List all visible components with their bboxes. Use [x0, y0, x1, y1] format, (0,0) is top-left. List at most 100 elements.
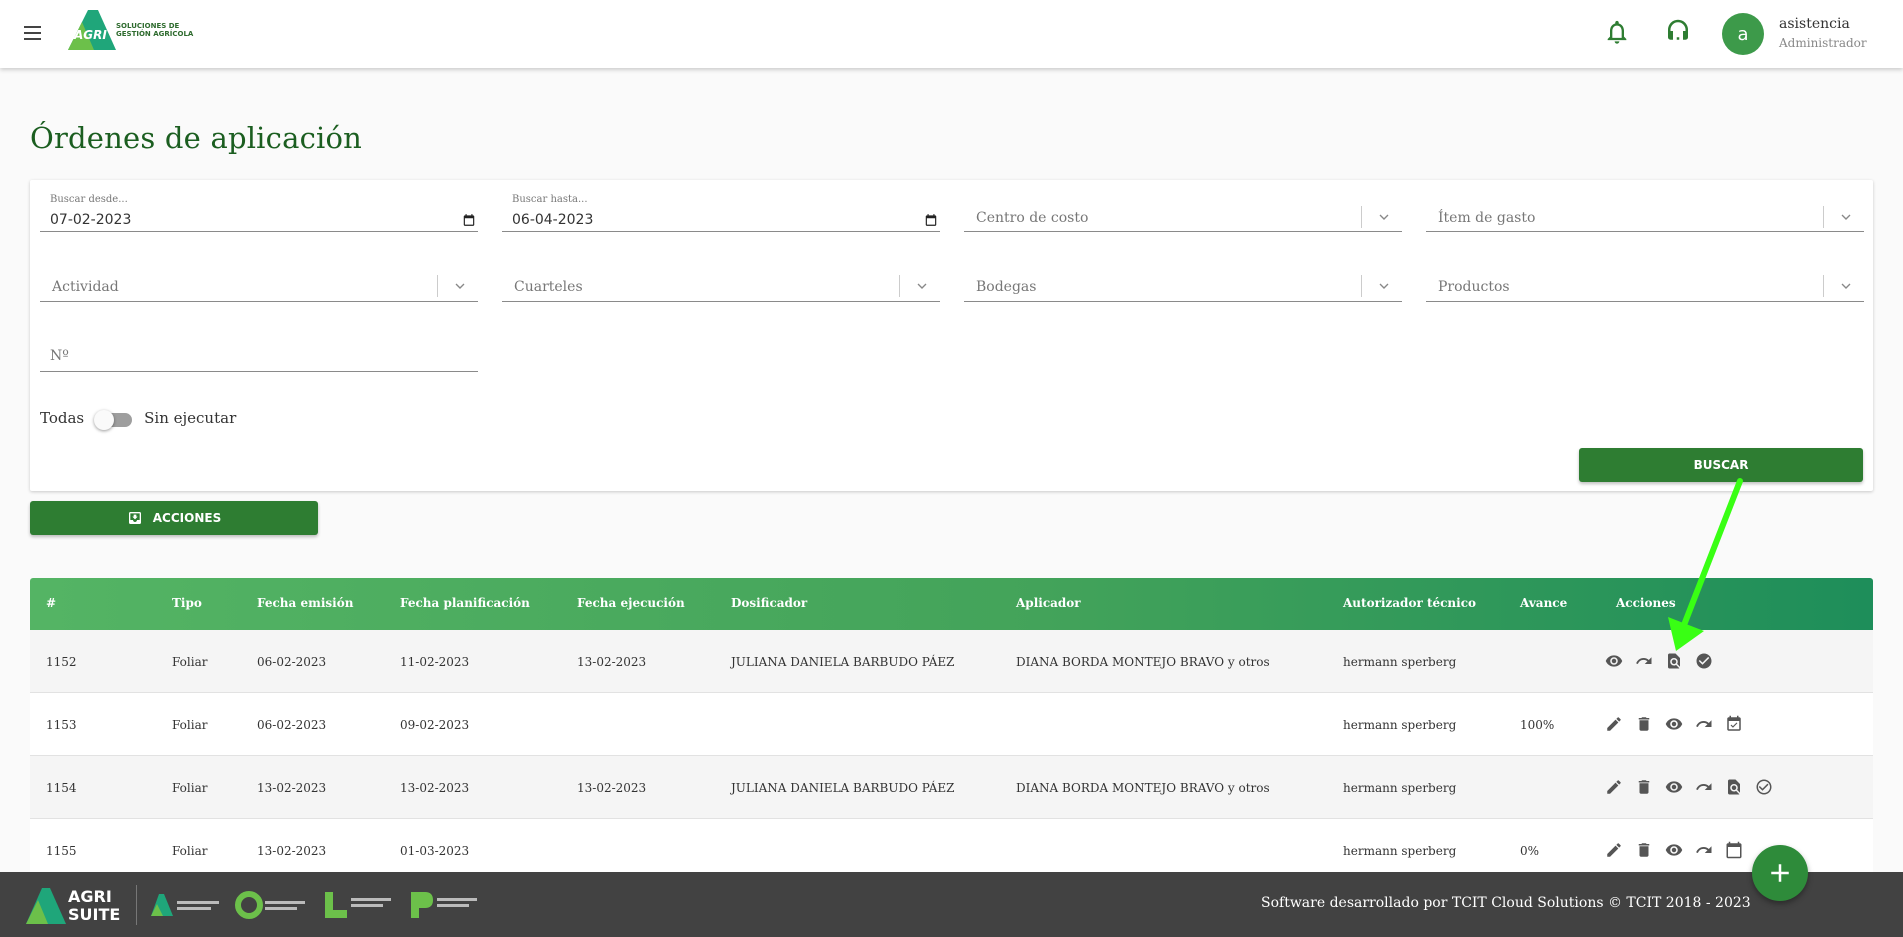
- cell-fecha-emision: 13-02-2023: [257, 781, 327, 795]
- toggle-label-sin-ejecutar: Sin ejecutar: [144, 409, 237, 427]
- calendar-icon[interactable]: [462, 213, 476, 227]
- productos-select[interactable]: Productos: [1426, 264, 1864, 302]
- col-tipo[interactable]: Tipo: [172, 596, 202, 610]
- table-row[interactable]: 1153 Foliar 06-02-2023 09-02-2023 herman…: [30, 693, 1873, 756]
- centro-costo-select[interactable]: Centro de costo: [964, 194, 1402, 232]
- chevron-down-icon: [1379, 214, 1389, 220]
- add-fab-button[interactable]: [1752, 845, 1808, 901]
- cell-num: 1154: [46, 781, 77, 795]
- calendar-icon[interactable]: [924, 213, 938, 227]
- cell-autorizador: hermann sperberg: [1343, 718, 1457, 732]
- cell-aplicador: DIANA BORDA MONTEJO BRAVO y otros: [1016, 655, 1270, 669]
- ordenes-table: # Tipo Fecha emisión Fecha planificación…: [30, 578, 1873, 872]
- view-icon[interactable]: [1662, 712, 1686, 736]
- cell-fecha-emision: 06-02-2023: [257, 718, 327, 732]
- toma-de-datos-logo[interactable]: [235, 890, 309, 920]
- footer-credits: Software desarrollado por TCIT Cloud Sol…: [1261, 895, 1751, 911]
- gestion-agricola-logo[interactable]: [149, 890, 223, 920]
- cell-aplicador: DIANA BORDA MONTEJO BRAVO y otros: [1016, 781, 1270, 795]
- actividad-select[interactable]: Actividad: [40, 264, 478, 302]
- cell-avance: 0%: [1520, 844, 1540, 858]
- delete-icon[interactable]: [1632, 712, 1656, 736]
- row-actions: [1602, 712, 1746, 736]
- estado-switch[interactable]: [94, 410, 134, 430]
- row-actions: [1602, 775, 1776, 799]
- search-doc-icon[interactable]: [1722, 775, 1746, 799]
- date-from-field[interactable]: Buscar desde... 07-02-2023: [40, 194, 478, 232]
- table-row[interactable]: 1152 Foliar 06-02-2023 11-02-2023 13-02-…: [30, 630, 1873, 693]
- acciones-button[interactable]: ACCIONES: [30, 501, 318, 535]
- inbox-icon: [128, 512, 141, 524]
- headset-icon[interactable]: [1662, 16, 1694, 46]
- forward-icon[interactable]: [1632, 649, 1656, 673]
- table-header: # Tipo Fecha emisión Fecha planificación…: [30, 578, 1873, 630]
- numero-input[interactable]: Nº: [40, 334, 478, 372]
- table-row[interactable]: 1155 Foliar 13-02-2023 01-03-2023 herman…: [30, 819, 1873, 872]
- edit-icon[interactable]: [1602, 712, 1626, 736]
- col-autorizador[interactable]: Autorizador técnico: [1343, 596, 1476, 610]
- table-row[interactable]: 1154 Foliar 13-02-2023 13-02-2023 13-02-…: [30, 756, 1873, 819]
- chevron-down-icon: [455, 283, 465, 289]
- user-name: asistencia: [1779, 16, 1850, 32]
- cell-num: 1155: [46, 844, 77, 858]
- view-icon[interactable]: [1602, 649, 1626, 673]
- calendar-icon[interactable]: [1722, 838, 1746, 862]
- avatar[interactable]: a: [1722, 13, 1764, 55]
- view-icon[interactable]: [1662, 775, 1686, 799]
- forward-icon[interactable]: [1692, 838, 1716, 862]
- cell-tipo: Foliar: [172, 781, 208, 795]
- cell-tipo: Foliar: [172, 655, 208, 669]
- cell-fecha-planificacion: 09-02-2023: [400, 718, 470, 732]
- delete-icon[interactable]: [1632, 838, 1656, 862]
- col-avance[interactable]: Avance: [1520, 596, 1567, 610]
- cell-tipo: Foliar: [172, 844, 208, 858]
- col-fecha-ejecucion[interactable]: Fecha ejecución: [577, 596, 685, 610]
- cell-fecha-emision: 06-02-2023: [257, 655, 327, 669]
- footer-divider: [136, 885, 137, 925]
- forward-icon[interactable]: [1692, 712, 1716, 736]
- item-gasto-select[interactable]: Ítem de gasto: [1426, 194, 1864, 232]
- col-fecha-emision[interactable]: Fecha emisión: [257, 596, 353, 610]
- col-fecha-planificacion[interactable]: Fecha planificación: [400, 596, 530, 610]
- edit-icon[interactable]: [1602, 775, 1626, 799]
- cuarteles-select[interactable]: Cuarteles: [502, 264, 940, 302]
- check-circle-outline-icon[interactable]: [1752, 775, 1776, 799]
- menu-icon[interactable]: [24, 22, 46, 46]
- edit-icon[interactable]: [1602, 838, 1626, 862]
- date-to-field[interactable]: Buscar hasta... 06-04-2023: [502, 194, 940, 232]
- logo-tagline: SOLUCIONES DE GESTIÓN AGRÍCOLA: [116, 22, 194, 38]
- col-acciones: Acciones: [1616, 596, 1676, 610]
- cell-num: 1153: [46, 718, 77, 732]
- liquidaciones-logo[interactable]: [321, 890, 395, 920]
- page-title: Órdenes de aplicación: [30, 121, 363, 155]
- cell-fecha-planificacion: 11-02-2023: [400, 655, 470, 669]
- cell-fecha-planificacion: 01-03-2023: [400, 844, 470, 858]
- cell-autorizador: hermann sperberg: [1343, 655, 1457, 669]
- col-aplicador[interactable]: Aplicador: [1016, 596, 1081, 610]
- col-dosificador[interactable]: Dosificador: [731, 596, 807, 610]
- top-app-bar: AGRI SOLUCIONES DE GESTIÓN AGRÍCOLA a as…: [0, 0, 1903, 68]
- bell-icon[interactable]: [1603, 17, 1631, 47]
- view-icon[interactable]: [1662, 838, 1686, 862]
- search-doc-icon[interactable]: [1662, 649, 1686, 673]
- col-num[interactable]: #: [46, 596, 56, 610]
- toggle-label-todas: Todas: [40, 409, 85, 427]
- user-role: Administrador: [1779, 36, 1867, 50]
- forward-icon[interactable]: [1692, 775, 1716, 799]
- bodegas-select[interactable]: Bodegas: [964, 264, 1402, 302]
- post-cosecha-logo[interactable]: [407, 890, 481, 920]
- check-circle-icon[interactable]: [1692, 649, 1716, 673]
- agrisuite-logo[interactable]: AGRI SUITE: [24, 882, 124, 928]
- chevron-down-icon: [1841, 283, 1851, 289]
- cell-autorizador: hermann sperberg: [1343, 781, 1457, 795]
- calendar-check-icon[interactable]: [1722, 712, 1746, 736]
- footer: AGRI SUITE Software desarrollado por TCI…: [0, 872, 1903, 937]
- chevron-down-icon: [917, 283, 927, 289]
- buscar-button[interactable]: BUSCAR: [1579, 448, 1863, 482]
- chevron-down-icon: [1379, 283, 1389, 289]
- plus-icon: [1771, 864, 1789, 882]
- chevron-down-icon: [1841, 214, 1851, 220]
- svg-text:AGRI: AGRI: [73, 28, 107, 42]
- cell-fecha-ejecucion: 13-02-2023: [577, 781, 647, 795]
- delete-icon[interactable]: [1632, 775, 1656, 799]
